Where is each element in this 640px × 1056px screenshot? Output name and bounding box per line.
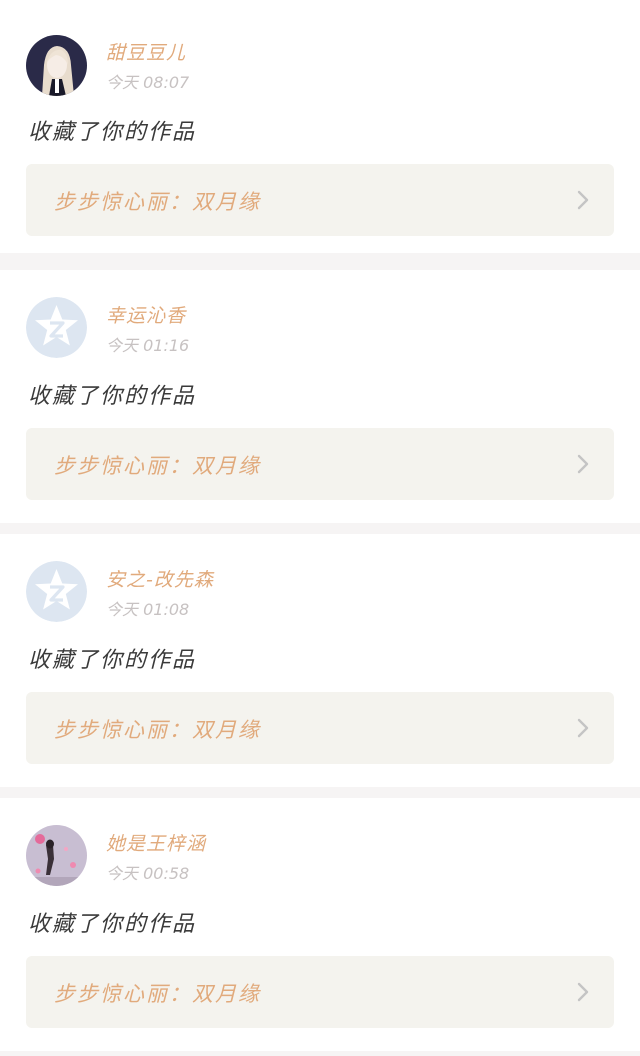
timestamp: 今天 01:08 [106,600,190,619]
avatar[interactable] [26,825,87,886]
work-title: 步步惊心丽：双月缘 [54,982,261,1006]
avatar[interactable] [26,35,87,96]
username[interactable]: 她是王梓涵 [106,829,206,856]
work-link[interactable]: 步步惊心丽：双月缘 [26,428,614,500]
chevron-right-icon [577,190,589,210]
work-link[interactable]: 步步惊心丽：双月缘 [26,692,614,764]
notification-card: 她是王梓涵 今天 00:58 收藏了你的作品 步步惊心丽：双月缘 [0,798,640,1051]
notification-card: 甜豆豆儿 今天 08:07 收藏了你的作品 步步惊心丽：双月缘 [0,0,640,253]
timestamp: 今天 08:07 [106,73,190,92]
timestamp: 今天 00:58 [106,864,190,883]
notification-card: 幸运沁香 今天 01:16 收藏了你的作品 步步惊心丽：双月缘 [0,270,640,523]
photo-avatar-hearts-icon [26,825,87,886]
chevron-right-icon [577,982,589,1002]
username[interactable]: 幸运沁香 [106,301,186,328]
work-link[interactable]: 步步惊心丽：双月缘 [26,956,614,1028]
action-text: 收藏了你的作品 [28,912,197,937]
default-star-avatar-icon [26,297,87,358]
photo-avatar-girl-icon [26,35,87,96]
timestamp: 今天 01:16 [106,336,190,355]
chevron-right-icon [577,454,589,474]
notification-list: 甜豆豆儿 今天 08:07 收藏了你的作品 步步惊心丽：双月缘 幸运沁香 今天 … [0,0,640,1056]
notification-card: 安之-改先森 今天 01:08 收藏了你的作品 步步惊心丽：双月缘 [0,534,640,787]
avatar[interactable] [26,297,87,358]
work-title: 步步惊心丽：双月缘 [54,454,261,478]
avatar[interactable] [26,561,87,622]
username[interactable]: 安之-改先森 [106,565,214,592]
action-text: 收藏了你的作品 [28,120,197,145]
default-star-avatar-icon [26,561,87,622]
action-text: 收藏了你的作品 [28,648,197,673]
work-title: 步步惊心丽：双月缘 [54,190,261,214]
username[interactable]: 甜豆豆儿 [106,38,186,65]
work-link[interactable]: 步步惊心丽：双月缘 [26,164,614,236]
work-title: 步步惊心丽：双月缘 [54,718,261,742]
chevron-right-icon [577,718,589,738]
action-text: 收藏了你的作品 [28,384,197,409]
